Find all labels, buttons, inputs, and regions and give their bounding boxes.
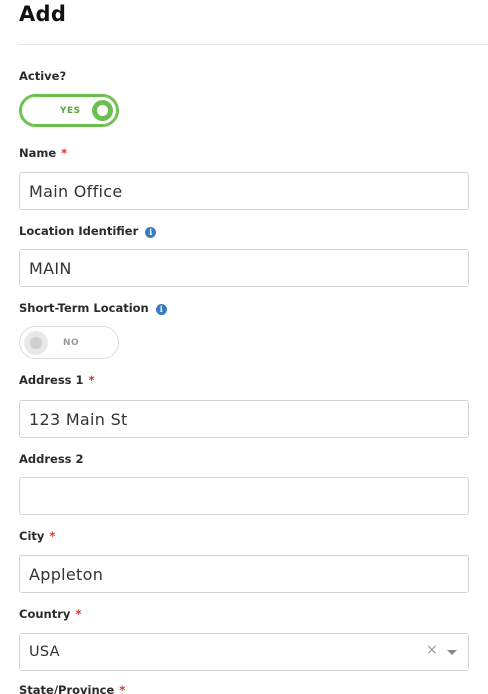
address1-input[interactable]: 123 Main St <box>19 400 469 438</box>
country-select-value: USA <box>29 644 60 660</box>
toggle-knob <box>92 100 113 121</box>
address2-input[interactable] <box>19 477 469 515</box>
city-label: City * <box>19 529 56 543</box>
add-location-form: Add Active? YES Name * Main Office Locati… <box>0 0 488 694</box>
required-marker: * <box>61 146 68 160</box>
active-toggle[interactable]: YES <box>19 94 119 127</box>
toggle-knob <box>24 331 48 355</box>
info-icon[interactable]: i <box>155 304 167 315</box>
city-input[interactable]: Appleton <box>19 555 469 593</box>
info-icon[interactable]: i <box>145 227 157 238</box>
state-province-label: State/Province * <box>19 683 125 694</box>
short-term-location-toggle[interactable]: NO <box>19 326 119 359</box>
page-title: Add <box>19 2 67 26</box>
location-identifier-label: Location Identifier i <box>19 224 157 238</box>
location-identifier-input[interactable]: MAIN <box>19 249 469 287</box>
active-label: Active? <box>19 69 67 83</box>
short-term-location-label: Short-Term Location i <box>19 301 167 315</box>
header-divider <box>18 44 488 45</box>
required-marker: * <box>88 373 95 387</box>
name-input[interactable]: Main Office <box>19 172 469 210</box>
address2-label: Address 2 <box>19 452 84 466</box>
clear-icon[interactable]: × <box>426 642 438 658</box>
required-marker: * <box>49 529 56 543</box>
required-marker: * <box>75 607 82 621</box>
chevron-down-icon[interactable] <box>447 650 457 655</box>
short-term-toggle-text: NO <box>63 337 80 348</box>
active-toggle-text: YES <box>60 105 81 116</box>
country-select[interactable]: USA × <box>19 633 469 671</box>
country-label: Country * <box>19 607 82 621</box>
address1-label: Address 1 * <box>19 373 95 387</box>
name-label: Name * <box>19 146 68 160</box>
required-marker: * <box>119 683 126 694</box>
